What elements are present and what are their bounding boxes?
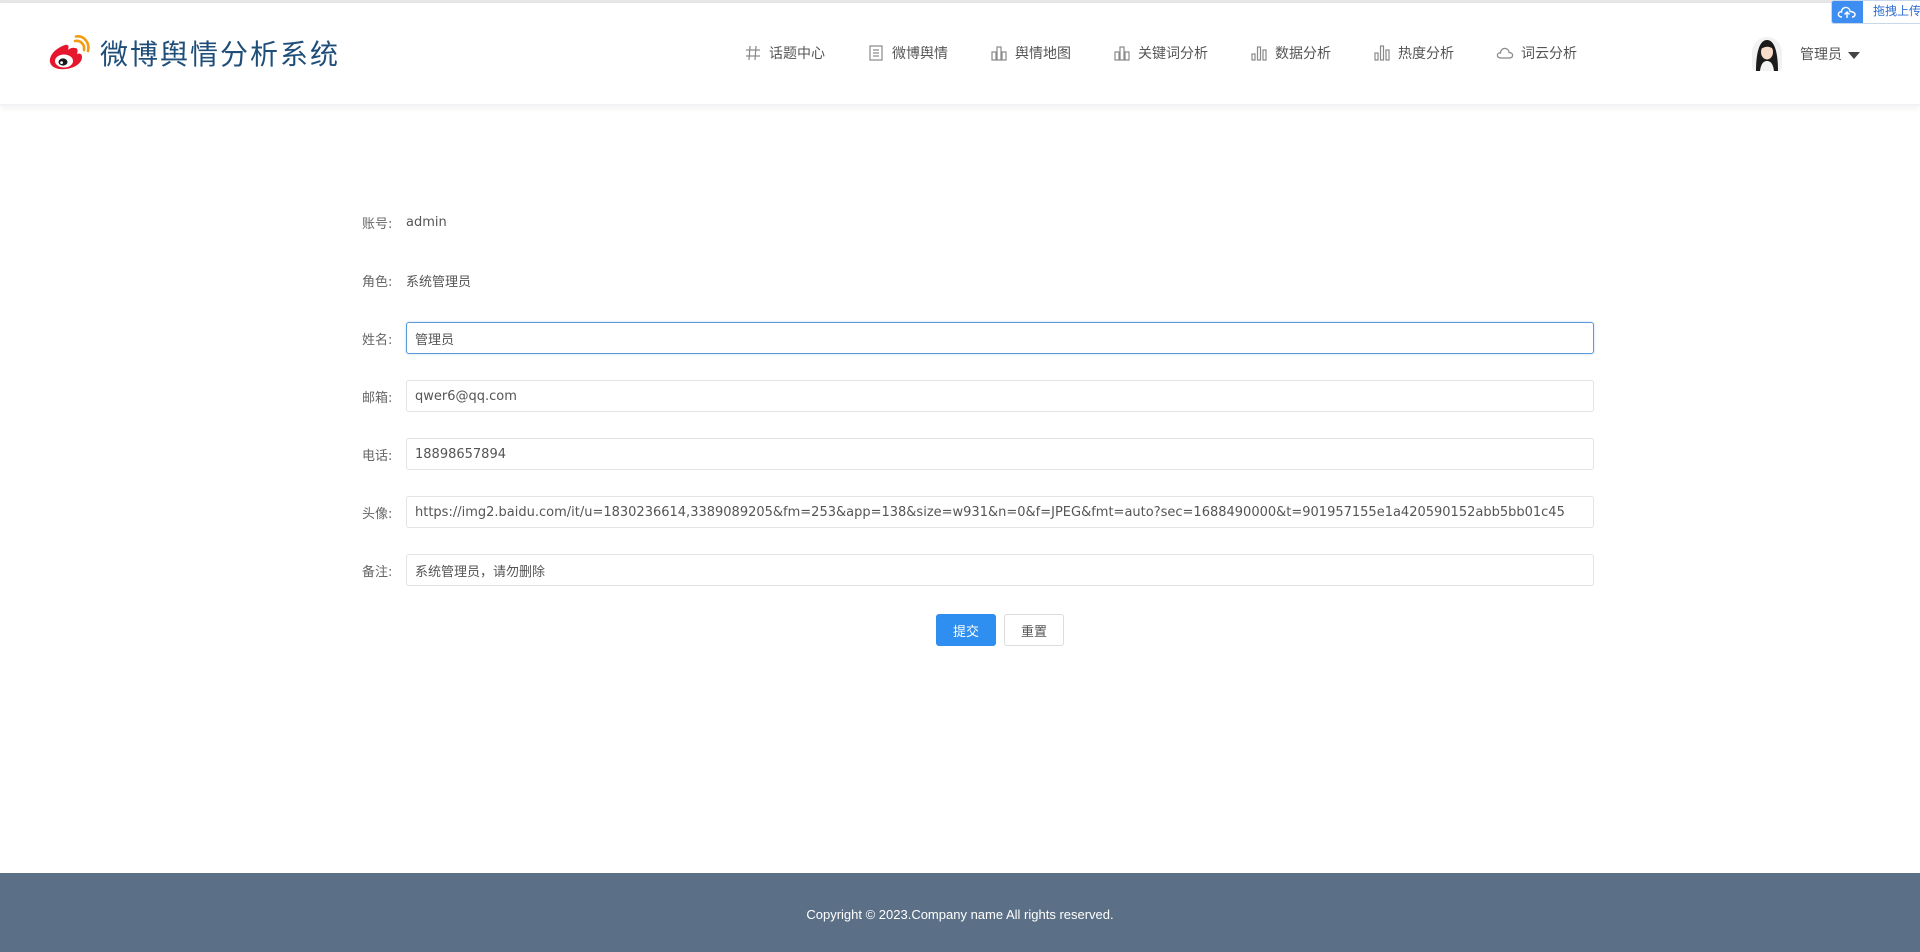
chevron-down-icon [1848,51,1860,59]
header: 微博舆情分析系统 话题中心 微博舆情 舆情地图 关键词分析 数据分析 热度分析 … [0,3,1920,105]
footer: Copyright © 2023.Company name All rights… [0,873,1920,952]
logo-text: 微博舆情分析系统 [100,38,341,71]
hash-icon [746,45,760,61]
nav-label-keyword-analysis: 关键词分析 [1138,46,1208,62]
email-label: 邮箱: [362,390,393,406]
weibo-logo-icon [49,35,90,70]
user-name: 管理员 [1800,47,1842,63]
copyright-text: Copyright © 2023.Company name All rights… [806,907,1114,922]
avatar-url-input[interactable] [406,496,1594,528]
phone-input[interactable] [406,438,1594,470]
reset-button[interactable]: 重置 [1004,614,1064,646]
name-label: 姓名: [362,332,393,348]
nav-label-weibo-sentiment: 微博舆情 [892,46,948,62]
profile-form: 账号: admin 角色: 系统管理员 姓名: 邮箱: 电话: 头像: 备注: [362,205,1594,611]
email-input[interactable] [406,380,1594,412]
upload-icon-box [1832,1,1863,23]
user-menu[interactable]: 管理员 [1752,37,1860,71]
nav-label-data-analysis: 数据分析 [1275,46,1331,62]
remark-input[interactable] [406,554,1594,586]
nav-item-sentiment-map[interactable]: 舆情地图 [990,43,1071,63]
keyword-chart-icon [1114,46,1130,61]
phone-label: 电话: [362,448,393,464]
cloud-upload-icon [1838,6,1857,18]
form-row-account: 账号: admin [362,205,1594,239]
role-label: 角色: [362,274,393,290]
account-value: admin [406,214,447,230]
form-row-role: 角色: 系统管理员 [362,263,1594,297]
nav-label-topic-center: 话题中心 [769,46,825,62]
form-row-name: 姓名: [362,321,1594,355]
remark-label: 备注: [362,564,393,580]
map-icon [991,46,1007,61]
avatar-url-label: 头像: [362,506,393,522]
nav-item-data-analysis[interactable]: 数据分析 [1250,43,1331,63]
main-nav: 话题中心 微博舆情 舆情地图 关键词分析 数据分析 热度分析 词云分析 [744,43,1577,63]
nav-label-word-cloud: 词云分析 [1521,46,1577,62]
nav-item-weibo-sentiment[interactable]: 微博舆情 [867,43,948,63]
upload-label: 拖拽上传 [1872,4,1920,18]
nav-label-heat-analysis: 热度分析 [1398,46,1454,62]
form-row-email: 邮箱: [362,379,1594,413]
nav-item-keyword-analysis[interactable]: 关键词分析 [1113,43,1208,63]
logo[interactable]: 微博舆情分析系统 [48,33,340,73]
heat-chart-icon [1374,45,1390,61]
drag-upload-widget[interactable]: 拖拽上传 [1831,0,1920,24]
form-row-phone: 电话: [362,437,1594,471]
form-actions: 提交 重置 [936,614,1064,646]
name-input[interactable] [406,322,1594,354]
form-row-avatar: 头像: [362,495,1594,529]
cloud-icon [1496,47,1514,59]
role-value: 系统管理员 [406,274,472,290]
nav-item-word-cloud[interactable]: 词云分析 [1496,43,1577,63]
bar-chart-icon [1251,46,1267,61]
account-label: 账号: [362,216,393,232]
avatar [1752,37,1782,71]
submit-button[interactable]: 提交 [936,614,996,646]
document-icon [869,45,883,61]
nav-item-topic-center[interactable]: 话题中心 [744,43,825,63]
nav-label-sentiment-map: 舆情地图 [1015,46,1071,62]
form-row-remark: 备注: [362,553,1594,587]
nav-item-heat-analysis[interactable]: 热度分析 [1373,43,1454,63]
